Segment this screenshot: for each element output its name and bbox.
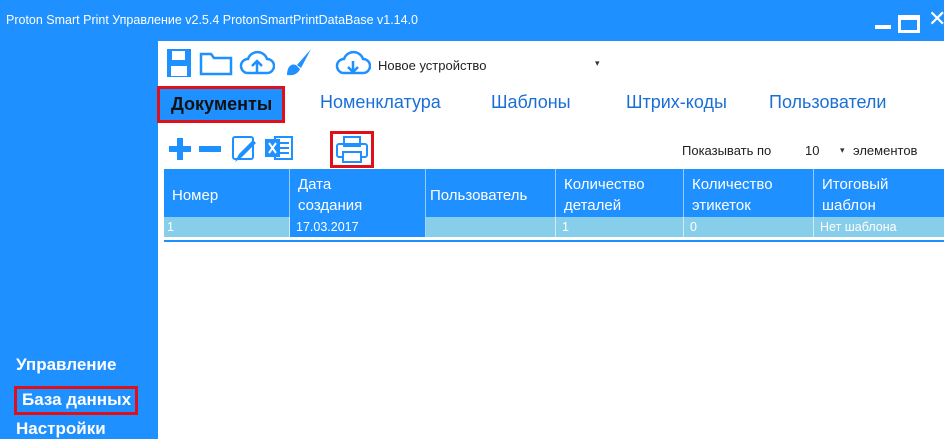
maximize-icon[interactable] xyxy=(898,15,920,33)
edit-icon[interactable] xyxy=(229,134,259,164)
header-label: этикеток xyxy=(692,197,751,214)
column-header-details-count[interactable]: Количество деталей xyxy=(556,169,684,217)
header-label: Количество xyxy=(692,176,773,193)
brush-icon[interactable] xyxy=(283,47,313,77)
sidebar: Управление База данных Настройки xyxy=(0,41,158,439)
table-header: Номер Дата создания Пользователь Количес… xyxy=(164,169,944,217)
cell-user xyxy=(426,217,556,237)
tab-templates[interactable]: Шаблоны xyxy=(491,92,571,113)
header-label: Количество xyxy=(564,176,645,193)
cell-labels-count: 0 xyxy=(684,217,814,237)
print-icon[interactable] xyxy=(330,131,374,168)
excel-icon[interactable] xyxy=(265,134,293,162)
column-header-labels-count[interactable]: Количество этикеток xyxy=(684,169,814,217)
tab-nomenclature[interactable]: Номенклатура xyxy=(320,92,441,113)
window-title: Proton Smart Print Управление v2.5.4 Pro… xyxy=(6,13,419,27)
minimize-icon[interactable] xyxy=(873,12,895,32)
header-label: Дата xyxy=(298,176,332,193)
cell-date: 17.03.2017 xyxy=(290,217,426,237)
save-icon[interactable] xyxy=(166,48,192,78)
remove-icon[interactable] xyxy=(199,138,221,160)
column-header-date[interactable]: Дата создания xyxy=(290,169,426,217)
tab-users[interactable]: Пользователи xyxy=(769,92,886,113)
page-size-value[interactable]: 10 xyxy=(805,143,819,158)
sidebar-item-settings[interactable]: Настройки xyxy=(16,419,106,439)
tab-barcodes[interactable]: Штрих-коды xyxy=(626,92,727,113)
table-row[interactable]: 1 17.03.2017 1 0 Нет шаблона xyxy=(164,217,944,237)
page-size-label: Показывать по xyxy=(682,143,772,158)
header-label: шаблон xyxy=(822,197,876,214)
cell-details-count: 1 xyxy=(556,217,684,237)
header-label: Номер xyxy=(172,187,219,204)
add-icon[interactable] xyxy=(169,138,191,160)
header-label: создания xyxy=(298,197,363,214)
cell-number: 1 xyxy=(164,217,290,237)
tab-documents[interactable]: Документы xyxy=(157,86,286,123)
header-label: Итоговый xyxy=(822,176,889,193)
sidebar-item-database[interactable]: База данных xyxy=(14,386,139,415)
table-divider xyxy=(164,240,944,242)
device-select-label[interactable]: Новое устройство xyxy=(378,58,486,73)
page-size-unit: элементов xyxy=(853,143,918,158)
column-header-number[interactable]: Номер xyxy=(164,169,290,217)
documents-table: Номер Дата создания Пользователь Количес… xyxy=(164,169,944,237)
sidebar-item-management[interactable]: Управление xyxy=(16,355,116,375)
main-toolbar: Новое устройство ▾ xyxy=(163,41,944,83)
title-bar: Proton Smart Print Управление v2.5.4 Pro… xyxy=(0,0,944,41)
cell-final-template: Нет шаблона xyxy=(820,220,897,234)
document-actions: Показывать по 10 ▾ элементов xyxy=(163,128,944,168)
column-header-final-template[interactable]: Итоговый шаблон xyxy=(814,169,944,217)
page-size-dropdown-icon[interactable]: ▾ xyxy=(840,145,845,156)
tab-bar: Документы Номенклатура Шаблоны Штрих-код… xyxy=(155,84,944,124)
device-dropdown-icon[interactable]: ▾ xyxy=(595,58,600,69)
column-header-user[interactable]: Пользователь xyxy=(426,169,556,217)
cloud-download-icon[interactable] xyxy=(335,50,371,76)
folder-open-icon[interactable] xyxy=(199,50,233,76)
close-icon[interactable]: ✕ xyxy=(928,8,944,30)
header-label: деталей xyxy=(564,197,622,214)
cloud-upload-icon[interactable] xyxy=(239,50,275,76)
header-label: Пользователь xyxy=(430,187,528,204)
